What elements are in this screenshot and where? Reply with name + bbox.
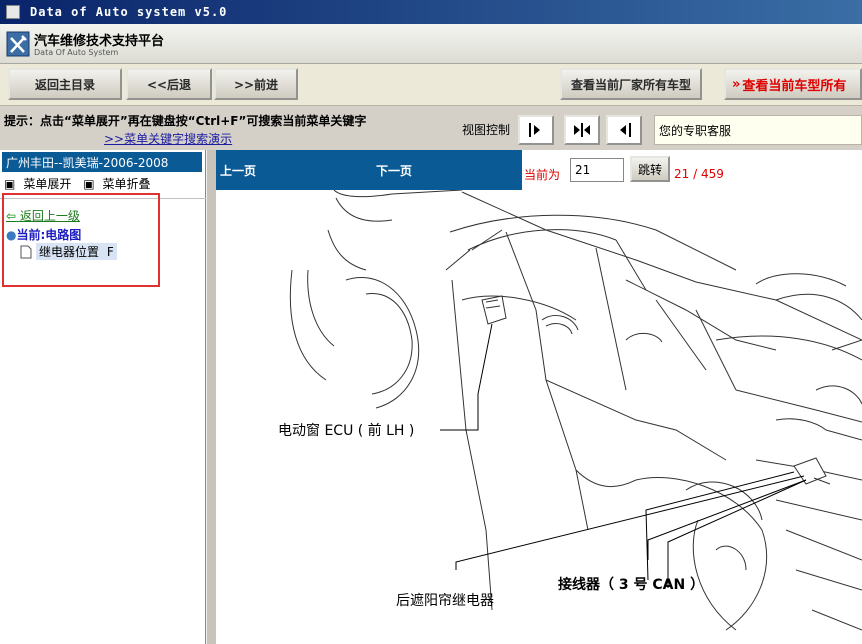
- panel-splitter[interactable]: [206, 150, 216, 644]
- home-button[interactable]: 返回主目录: [8, 68, 122, 100]
- ecu-label: 电动窗 ECU ( 前 LH ): [278, 423, 415, 439]
- back-up-link[interactable]: ⇦ 返回上一级: [6, 207, 80, 224]
- current-models-label: 查看当前车型所有: [742, 78, 847, 94]
- wrench-logo-icon: [6, 31, 30, 57]
- page-navigation-bar: 上一页 下一页 当前为 跳转 21 / 459: [216, 150, 862, 190]
- page-jump-area: 当前为 跳转 21 / 459: [522, 150, 862, 190]
- app-window-icon: [6, 5, 20, 19]
- arrow-right-bar-icon: [529, 123, 540, 137]
- current-node: ●当前:电路图: [6, 226, 81, 243]
- expand-icon: ▣: [4, 177, 16, 191]
- view-expand-right-button[interactable]: [518, 115, 554, 145]
- forward-button[interactable]: >>前进: [214, 68, 298, 100]
- back-button[interactable]: <<后退: [126, 68, 212, 100]
- car-line-drawing: [289, 190, 862, 631]
- main-toolbar: 返回主目录 <<后退 >>前进 查看当前厂家所有车型 » 查看当前车型所有: [0, 64, 862, 106]
- view-split-button[interactable]: [564, 115, 600, 145]
- double-chevron-icon: »: [732, 76, 741, 92]
- hint-bar: 提示：点击“菜单展开”再在键盘按“Ctrl+F”可搜索当前菜单关键字 >>菜单关…: [0, 106, 862, 150]
- jump-button[interactable]: 跳转: [630, 156, 670, 182]
- view-expand-left-button[interactable]: [606, 115, 642, 145]
- customer-service-box[interactable]: 您的专职客服: [654, 115, 862, 145]
- green-back-arrow-icon: ⇦: [6, 209, 17, 223]
- menu-collapse-button[interactable]: 菜单折叠: [103, 177, 151, 191]
- vehicle-title: 广州丰田--凯美瑞-2006-2008: [2, 152, 202, 172]
- wiring-diagram-viewer[interactable]: 电动窗 ECU ( 前 LH ) 接线器（ 3 号 CAN ） 后遮阳帘继电器: [216, 190, 862, 644]
- tree-node-relay-location[interactable]: 继电器位置 F: [20, 243, 117, 260]
- app-subtitle: Data Of Auto System: [34, 48, 119, 57]
- tree-node-suffix: F: [106, 245, 114, 259]
- search-demo-link[interactable]: >>菜单关键字搜索演示: [104, 130, 232, 147]
- page-number-input[interactable]: [570, 158, 624, 182]
- current-page-label: 当前为: [524, 168, 561, 182]
- split-arrows-icon: [574, 123, 590, 137]
- prev-page-button[interactable]: 上一页: [220, 162, 256, 179]
- tree-node-label: 继电器位置: [39, 245, 100, 259]
- next-page-button[interactable]: 下一页: [376, 162, 412, 179]
- back-up-label: 返回上一级: [19, 209, 80, 223]
- current-label: 当前:电路图: [16, 228, 82, 242]
- all-models-button[interactable]: 查看当前厂家所有车型: [560, 68, 702, 100]
- connector-label: 接线器（ 3 号 CAN ）: [558, 577, 705, 593]
- window-titlebar: Data of Auto system v5.0: [0, 0, 862, 24]
- collapse-icon: ▣: [83, 177, 95, 191]
- app-header: 汽车维修技术支持平台 Data Of Auto System: [0, 24, 862, 64]
- relay-label: 后遮阳帘继电器: [396, 593, 494, 609]
- app-title: 汽车维修技术支持平台: [34, 34, 165, 49]
- current-models-button[interactable]: » 查看当前车型所有: [724, 68, 862, 100]
- menu-expand-button[interactable]: 菜单展开: [23, 177, 71, 191]
- globe-icon: ●: [6, 228, 17, 242]
- window-title: Data of Auto system v5.0: [30, 5, 228, 19]
- page-count: 21 / 459: [674, 167, 724, 181]
- document-icon: [20, 245, 32, 258]
- view-control-label: 视图控制: [462, 123, 511, 137]
- arrow-left-bar-icon: [620, 123, 631, 137]
- hint-text: 提示：点击“菜单展开”再在键盘按“Ctrl+F”可搜索当前菜单关键字: [4, 114, 367, 128]
- menu-operations: ▣ 菜单展开 ▣ 菜单折叠: [4, 175, 159, 192]
